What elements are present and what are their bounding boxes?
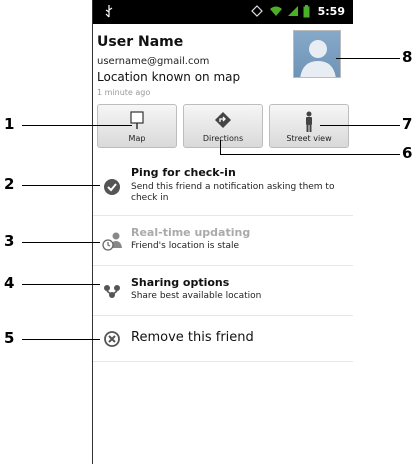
realtime-person-icon — [102, 232, 122, 251]
callout-8: 8 — [402, 48, 413, 66]
callout-2: 2 — [4, 175, 15, 193]
callout-8-line — [336, 58, 400, 59]
callout-1-line — [22, 125, 132, 126]
status-time: 5:59 — [317, 5, 345, 18]
menu-item-sharing[interactable]: Sharing options Share best available loc… — [93, 266, 353, 316]
callout-6-line — [220, 154, 400, 155]
callout-7: 7 — [402, 115, 413, 133]
menu-item-realtime: Real-time updating Friend's location is … — [93, 216, 353, 266]
menu-item-remove[interactable]: Remove this friend — [93, 316, 353, 362]
callout-3: 3 — [4, 232, 15, 250]
directions-button-label: Directions — [202, 134, 244, 143]
remove-title: Remove this friend — [131, 330, 254, 345]
phone-screen: 5:59 User Name username@gmail.com Locati… — [92, 0, 353, 464]
avatar[interactable] — [293, 30, 341, 78]
pegman-icon — [306, 111, 312, 132]
realtime-subtitle: Friend's location is stale — [131, 241, 240, 251]
check-circle-icon — [104, 179, 120, 195]
friend-header: User Name username@gmail.com Location kn… — [97, 30, 349, 100]
map-button-label: Map — [128, 134, 146, 143]
map-button[interactable]: Map — [97, 104, 177, 148]
directions-icon — [215, 112, 231, 128]
realtime-title: Real-time updating — [131, 226, 251, 239]
user-name: User Name — [97, 34, 184, 50]
action-buttons: Map Directions Street view — [97, 104, 349, 148]
callout-7-line — [320, 125, 400, 126]
ping-subtitle: Send this friend a notification asking t… — [131, 182, 335, 203]
callout-5: 5 — [4, 329, 15, 347]
last-updated: 1 minute ago — [97, 88, 151, 97]
callout-6: 6 — [402, 144, 413, 162]
user-email: username@gmail.com — [97, 56, 210, 67]
callout-6-stem — [220, 140, 221, 154]
usb-icon — [105, 5, 113, 18]
battery-icon — [303, 5, 310, 18]
wifi-icon — [270, 6, 282, 16]
callout-3-line — [22, 242, 100, 243]
map-pin-icon — [130, 111, 144, 129]
sharing-title: Sharing options — [131, 276, 230, 289]
location-status: Location known on map — [97, 70, 241, 84]
menu-item-ping[interactable]: Ping for check-in Send this friend a not… — [93, 158, 353, 216]
street-view-button-label: Street view — [286, 134, 332, 143]
callout-5-line — [22, 339, 100, 340]
callout-2-line — [22, 185, 100, 186]
person-silhouette-icon — [300, 40, 336, 77]
alarm-icon — [251, 5, 263, 17]
ping-title: Ping for check-in — [131, 166, 236, 179]
callout-4: 4 — [4, 274, 15, 292]
status-bar: 5:59 — [93, 0, 353, 24]
sharing-subtitle: Share best available location — [131, 291, 262, 301]
sharing-people-icon — [104, 285, 120, 298]
remove-circle-icon — [104, 331, 120, 347]
callout-1: 1 — [4, 115, 15, 133]
directions-button[interactable]: Directions — [183, 104, 263, 148]
signal-icon — [288, 6, 298, 16]
street-view-button[interactable]: Street view — [269, 104, 349, 148]
callout-4-line — [22, 284, 100, 285]
